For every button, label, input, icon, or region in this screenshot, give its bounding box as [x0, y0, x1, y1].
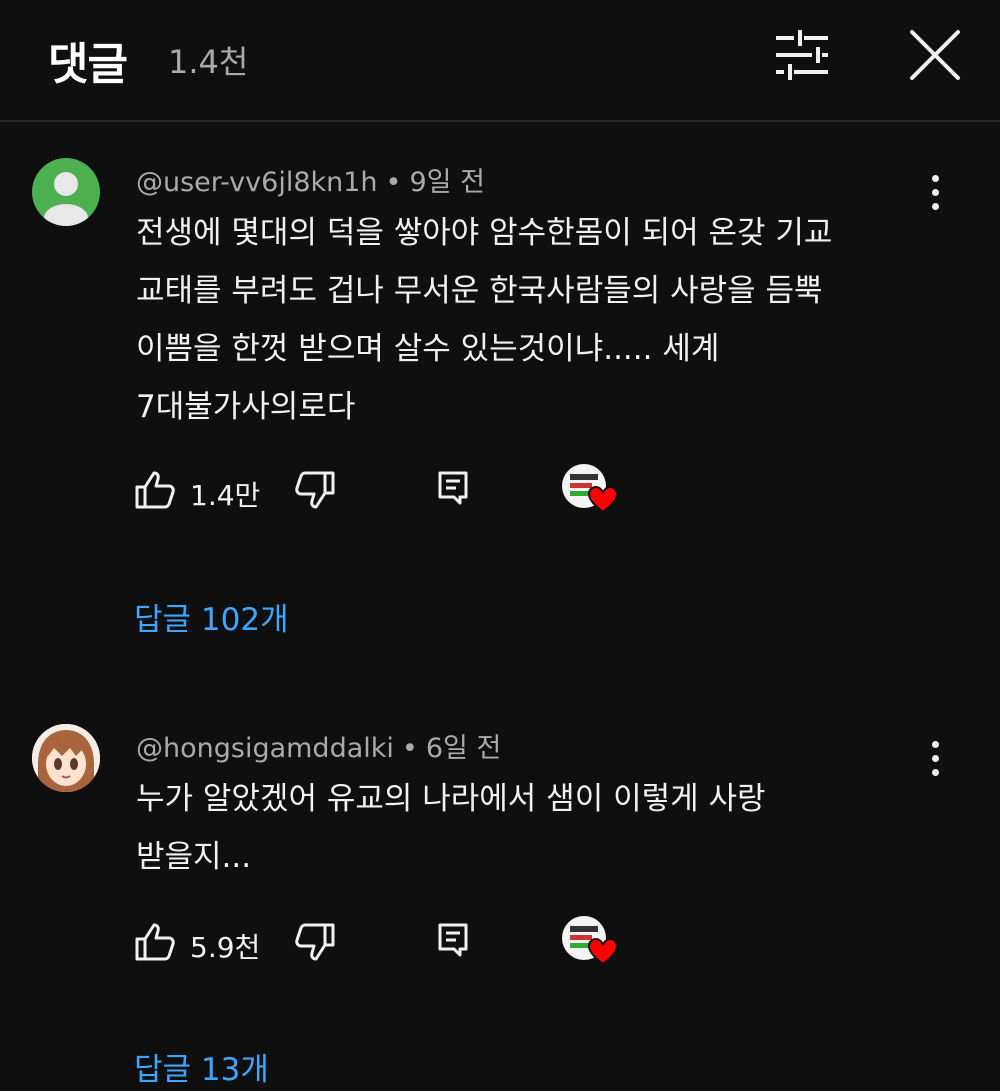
page-title: 댓글 [48, 39, 128, 90]
dislike-button[interactable] [292, 920, 336, 968]
avatar[interactable] [32, 158, 100, 226]
creator-heart-icon [588, 938, 618, 966]
more-vertical-icon [931, 740, 939, 748]
more-vertical-icon [931, 174, 939, 182]
comment-meta: @hongsigamddalki • 6일 전 [136, 733, 502, 764]
like-count: 1.4만 [190, 479, 261, 512]
comment-time: 6일 전 [425, 733, 502, 764]
avatar[interactable] [32, 724, 100, 792]
thumbs-up-icon [135, 923, 175, 961]
author-name[interactable]: @hongsigamddalki [136, 733, 394, 764]
reply-icon [438, 471, 468, 505]
comments-header: 댓글 1.4천 [0, 0, 1000, 122]
thumbs-down-icon [295, 471, 335, 509]
author-name[interactable]: @user-vv6jl8kn1h [136, 167, 378, 198]
anime-avatar-icon [32, 724, 100, 792]
default-avatar-icon [44, 172, 88, 226]
thumbs-down-icon [295, 923, 335, 961]
creator-heart-badge [562, 916, 618, 972]
thumbs-up-icon [135, 471, 175, 509]
comment-text: 누가 알았겠어 유교의 나라에서 샘이 이렇게 사랑 받을지... [136, 781, 766, 875]
comment-meta: @user-vv6jl8kn1h • 9일 전 [136, 167, 485, 198]
like-count: 5.9천 [190, 931, 261, 964]
view-replies-button[interactable]: 답글 13개 [134, 1044, 269, 1089]
reply-button[interactable] [434, 468, 474, 512]
like-button[interactable] [134, 920, 178, 968]
comment-text: 전생에 몇대의 덕을 쌓아야 암수한몸이 되어 온갖 기교 교태를 부려도 겁나… [136, 215, 833, 425]
creator-heart-badge [562, 464, 618, 520]
reply-icon [438, 923, 468, 957]
view-replies-button[interactable]: 답글 102개 [134, 594, 289, 639]
close-icon [910, 30, 960, 80]
close-button[interactable] [904, 26, 966, 86]
comment-count: 1.4천 [168, 43, 249, 81]
comment-time: 9일 전 [409, 167, 485, 198]
like-button[interactable] [134, 468, 178, 516]
dislike-button[interactable] [292, 468, 336, 516]
sliders-icon [776, 30, 828, 80]
sort-filter-button[interactable] [772, 28, 832, 82]
reply-button[interactable] [434, 920, 474, 964]
creator-heart-icon [588, 486, 618, 514]
